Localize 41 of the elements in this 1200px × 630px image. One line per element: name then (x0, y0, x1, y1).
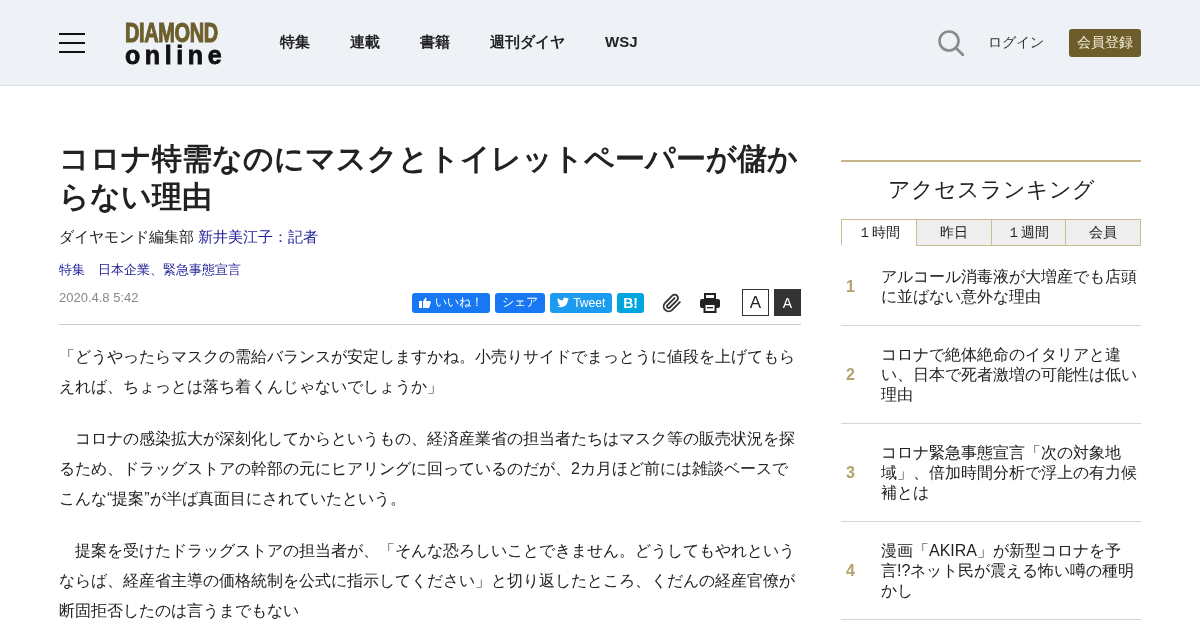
rank-number: 2 (845, 366, 856, 384)
article-paragraph: 「どうやったらマスクの需給バランスが安定しますかね。小売りサイドでまっとうに値段を上げてもらえれば、ちょっとは落ち着くんじゃないでしょうか」 (59, 347, 796, 397)
article-paragraph: 提案を受けたドラッグストアの担当者が、「そんな恐ろしいことできません。どうしてもやれというならば、経産省主導の価格統制を公式に指示してください」と切り返したところ、くだんの経産官僚が断固拒否したのは言うまでもない (59, 541, 796, 621)
author-link[interactable]: 新井美江子：記者 (198, 227, 318, 247)
nav-link[interactable]: 連載 (350, 33, 380, 52)
publish-date: 2020.4.8 5:42 (59, 290, 139, 306)
article-title: コロナ特需なのにマスクとトイレットペーパーが儲からない理由 (59, 141, 799, 215)
ranking-article-link[interactable]: 漫画「AKIRA」が新型コロナを予言!?ネット民が震える怖い噂の種明かし (881, 541, 1139, 601)
rank-number: 4 (845, 562, 856, 580)
nav-link[interactable]: 特集 (280, 33, 310, 52)
paperclip-icon[interactable] (662, 292, 682, 313)
ranking-tab[interactable]: １時間 (841, 219, 917, 246)
nav-link[interactable]: 週刊ダイヤ (490, 33, 565, 52)
bird-icon (557, 297, 570, 308)
logo-wordmark[interactable]: online (125, 43, 227, 66)
ranking-tab[interactable]: 会員 (1065, 219, 1141, 246)
article-paragraph: コロナの感染拡大が深刻化してからというもの、経済産業省の担当者たちはマスク等の販売状況を探るため、ドラッグストアの幹部の元にヒアリングに回っているのだが、2カ月ほど前には雑談ベースでこんな“提案”が半ば真面目にされていたという。 (59, 429, 796, 509)
share-button[interactable]: シェア (495, 292, 546, 313)
ranking-article-link[interactable]: アルコール消毒液が大増産でも店頭に並ばない意外な理由 (881, 267, 1139, 307)
font-size-button[interactable]: A (774, 289, 801, 316)
ranking-heading: アクセスランキング (886, 176, 1096, 204)
font-size-button[interactable]: A (742, 289, 769, 316)
nav-link[interactable]: WSJ (605, 33, 638, 52)
register-button[interactable]: 会員登録 (1069, 28, 1141, 57)
logo-wordmark[interactable]: DIAMOND (125, 21, 218, 44)
rank-number: 1 (845, 278, 856, 296)
thumbs-up-icon (419, 297, 432, 308)
nav-link[interactable]: 書籍 (420, 33, 450, 52)
search-icon[interactable] (938, 29, 964, 56)
menu-icon[interactable] (59, 32, 85, 53)
login-link[interactable]: ログイン (988, 33, 1044, 52)
printer-icon[interactable] (700, 292, 720, 313)
like-button[interactable]: いいね！ (412, 292, 491, 313)
ranking-tab[interactable]: １週間 (990, 219, 1067, 246)
rank-number: 3 (845, 464, 856, 482)
ranking-article-link[interactable]: コロナ緊急事態宣言「次の対象地域」、倍加時間分析で浮上の有力候補とは (881, 443, 1139, 503)
ranking-tab[interactable]: 昨日 (915, 219, 992, 246)
tag-link[interactable]: 特集 (59, 261, 85, 279)
byline-department: ダイヤモンド編集部 (59, 227, 194, 247)
tag-link[interactable]: 日本企業、緊急事態宣言 (98, 261, 241, 279)
ranking-article-link[interactable]: コロナで絶体絶命のイタリアと違い、日本で死者激増の可能性は低い理由 (881, 345, 1139, 405)
